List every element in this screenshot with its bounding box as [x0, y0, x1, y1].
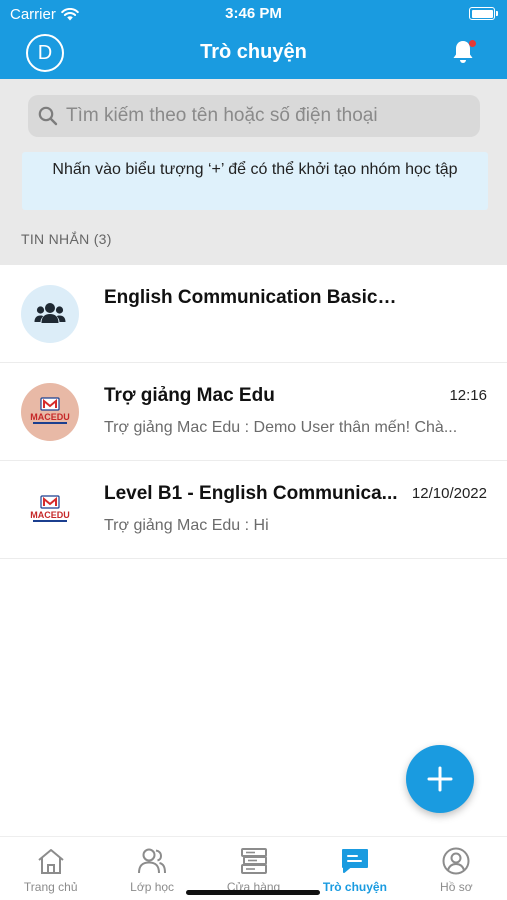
- group-icon: [34, 303, 66, 323]
- users-icon: [138, 848, 167, 874]
- macedu-logo-text: MACEDU: [30, 412, 70, 422]
- group-avatar: [21, 285, 79, 343]
- macedu-avatar: MACEDU: [21, 481, 79, 539]
- search-placeholder: Tìm kiếm theo tên hoặc số điện thoại: [66, 105, 378, 126]
- battery-icon: [469, 7, 498, 20]
- conversation-name: Trợ giảng Mac Edu: [104, 385, 275, 406]
- tab-profile[interactable]: Hồ sơ: [406, 837, 507, 900]
- notification-dot: [469, 40, 476, 47]
- top-nav-bar: D Trò chuyện: [0, 28, 507, 79]
- create-group-button[interactable]: [406, 745, 474, 813]
- macedu-logo: MACEDU: [30, 495, 70, 522]
- chat-icon: [341, 849, 368, 873]
- page-title: Trò chuyện: [200, 41, 307, 63]
- macedu-logo-text: MACEDU: [30, 510, 70, 520]
- conversation-time: 12:16: [449, 387, 487, 404]
- search-icon: [38, 106, 58, 126]
- create-group-hint: Nhấn vào biểu tượng ‘+’ để có thể khởi t…: [22, 152, 488, 210]
- notification-button[interactable]: [449, 38, 477, 66]
- tab-label: Trang chủ: [23, 880, 78, 894]
- home-indicator: [186, 890, 320, 895]
- tab-home[interactable]: Trang chủ: [0, 837, 101, 900]
- tab-label: Lớp học: [130, 880, 175, 894]
- conversation-name: Level B1 - English Communica...: [104, 483, 398, 504]
- search-input[interactable]: Tìm kiếm theo tên hoặc số điện thoại: [28, 95, 480, 137]
- conversation-list: English Communication Basic A1 MACEDU Tr…: [0, 265, 507, 559]
- messages-section-label: TIN NHẮN (3): [21, 231, 112, 247]
- conversation-time: 12/10/2022: [411, 485, 487, 502]
- macedu-logo: MACEDU: [30, 397, 70, 424]
- status-time: 3:46 PM: [225, 5, 282, 22]
- plus-icon: [427, 766, 453, 792]
- home-icon: [38, 849, 64, 874]
- status-bar: Carrier 3:46 PM: [0, 0, 507, 28]
- tab-label: Trò chuyện: [322, 880, 387, 894]
- books-icon: [240, 848, 267, 874]
- conversation-preview: Trợ giảng Mac Edu : Hi: [104, 517, 269, 534]
- search-area: Tìm kiếm theo tên hoặc số điện thoại Nhấ…: [0, 79, 507, 265]
- conversation-item[interactable]: MACEDU Level B1 - English Communica... 1…: [0, 461, 507, 559]
- conversation-preview: Trợ giảng Mac Edu : Demo User thân mến! …: [104, 419, 458, 436]
- tab-label: Hồ sơ: [440, 880, 473, 894]
- macedu-avatar: MACEDU: [21, 383, 79, 441]
- conversation-item[interactable]: English Communication Basic A1: [0, 265, 507, 363]
- conversation-name: English Communication Basic A1: [104, 287, 400, 308]
- conversation-item[interactable]: MACEDU Trợ giảng Mac Edu 12:16 Trợ giảng…: [0, 363, 507, 461]
- profile-icon: [442, 847, 470, 875]
